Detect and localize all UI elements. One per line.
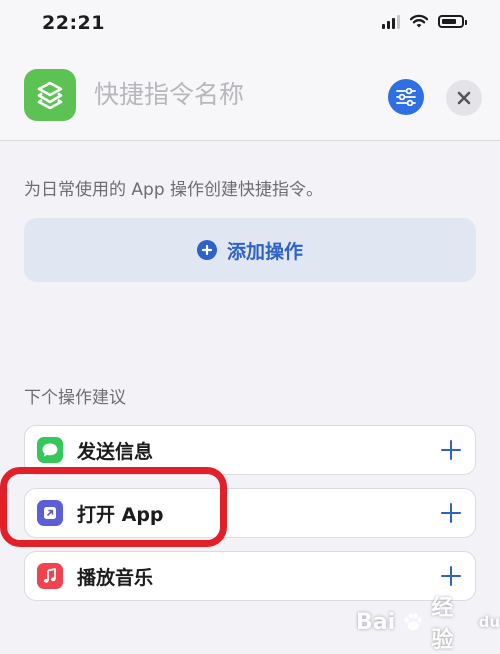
suggestions-title: 下个操作建议 xyxy=(24,388,126,408)
highlight-annotation xyxy=(0,467,227,547)
baidu-watermark: Bai 经验 du xyxy=(356,590,500,654)
battery-icon xyxy=(438,15,467,28)
shortcut-description: 为日常使用的 App 操作创建快捷指令。 xyxy=(24,180,324,200)
close-button[interactable] xyxy=(446,80,482,116)
paw-icon xyxy=(404,613,423,631)
shortcut-header xyxy=(0,54,500,141)
close-icon xyxy=(457,91,471,105)
music-note-icon xyxy=(37,563,63,589)
message-bubble-icon xyxy=(37,437,63,463)
add-plus-icon[interactable] xyxy=(439,501,463,525)
shortcut-name-input[interactable] xyxy=(94,80,334,109)
watermark-brand-2: 经验 xyxy=(431,596,454,653)
add-action-label: 添加操作 xyxy=(226,240,303,263)
suggestion-label: 发送信息 xyxy=(77,440,154,463)
watermark-brand: Bai xyxy=(356,609,396,635)
status-time: 22:21 xyxy=(42,12,105,34)
wifi-icon xyxy=(409,14,429,28)
status-bar: 22:21 xyxy=(0,0,500,54)
shortcuts-layers-icon xyxy=(37,81,63,110)
plus-circle-icon xyxy=(196,240,217,260)
sliders-icon xyxy=(396,88,416,106)
settings-button[interactable] xyxy=(388,79,424,115)
shortcuts-app-icon[interactable] xyxy=(24,69,76,121)
suggestion-label: 播放音乐 xyxy=(77,566,154,589)
add-action-button[interactable]: 添加操作 xyxy=(24,218,476,282)
watermark-sub: du xyxy=(478,613,500,631)
add-plus-icon[interactable] xyxy=(439,438,463,462)
cellular-signal-icon xyxy=(382,14,400,29)
status-icons xyxy=(382,14,467,29)
add-plus-icon[interactable] xyxy=(439,564,463,588)
